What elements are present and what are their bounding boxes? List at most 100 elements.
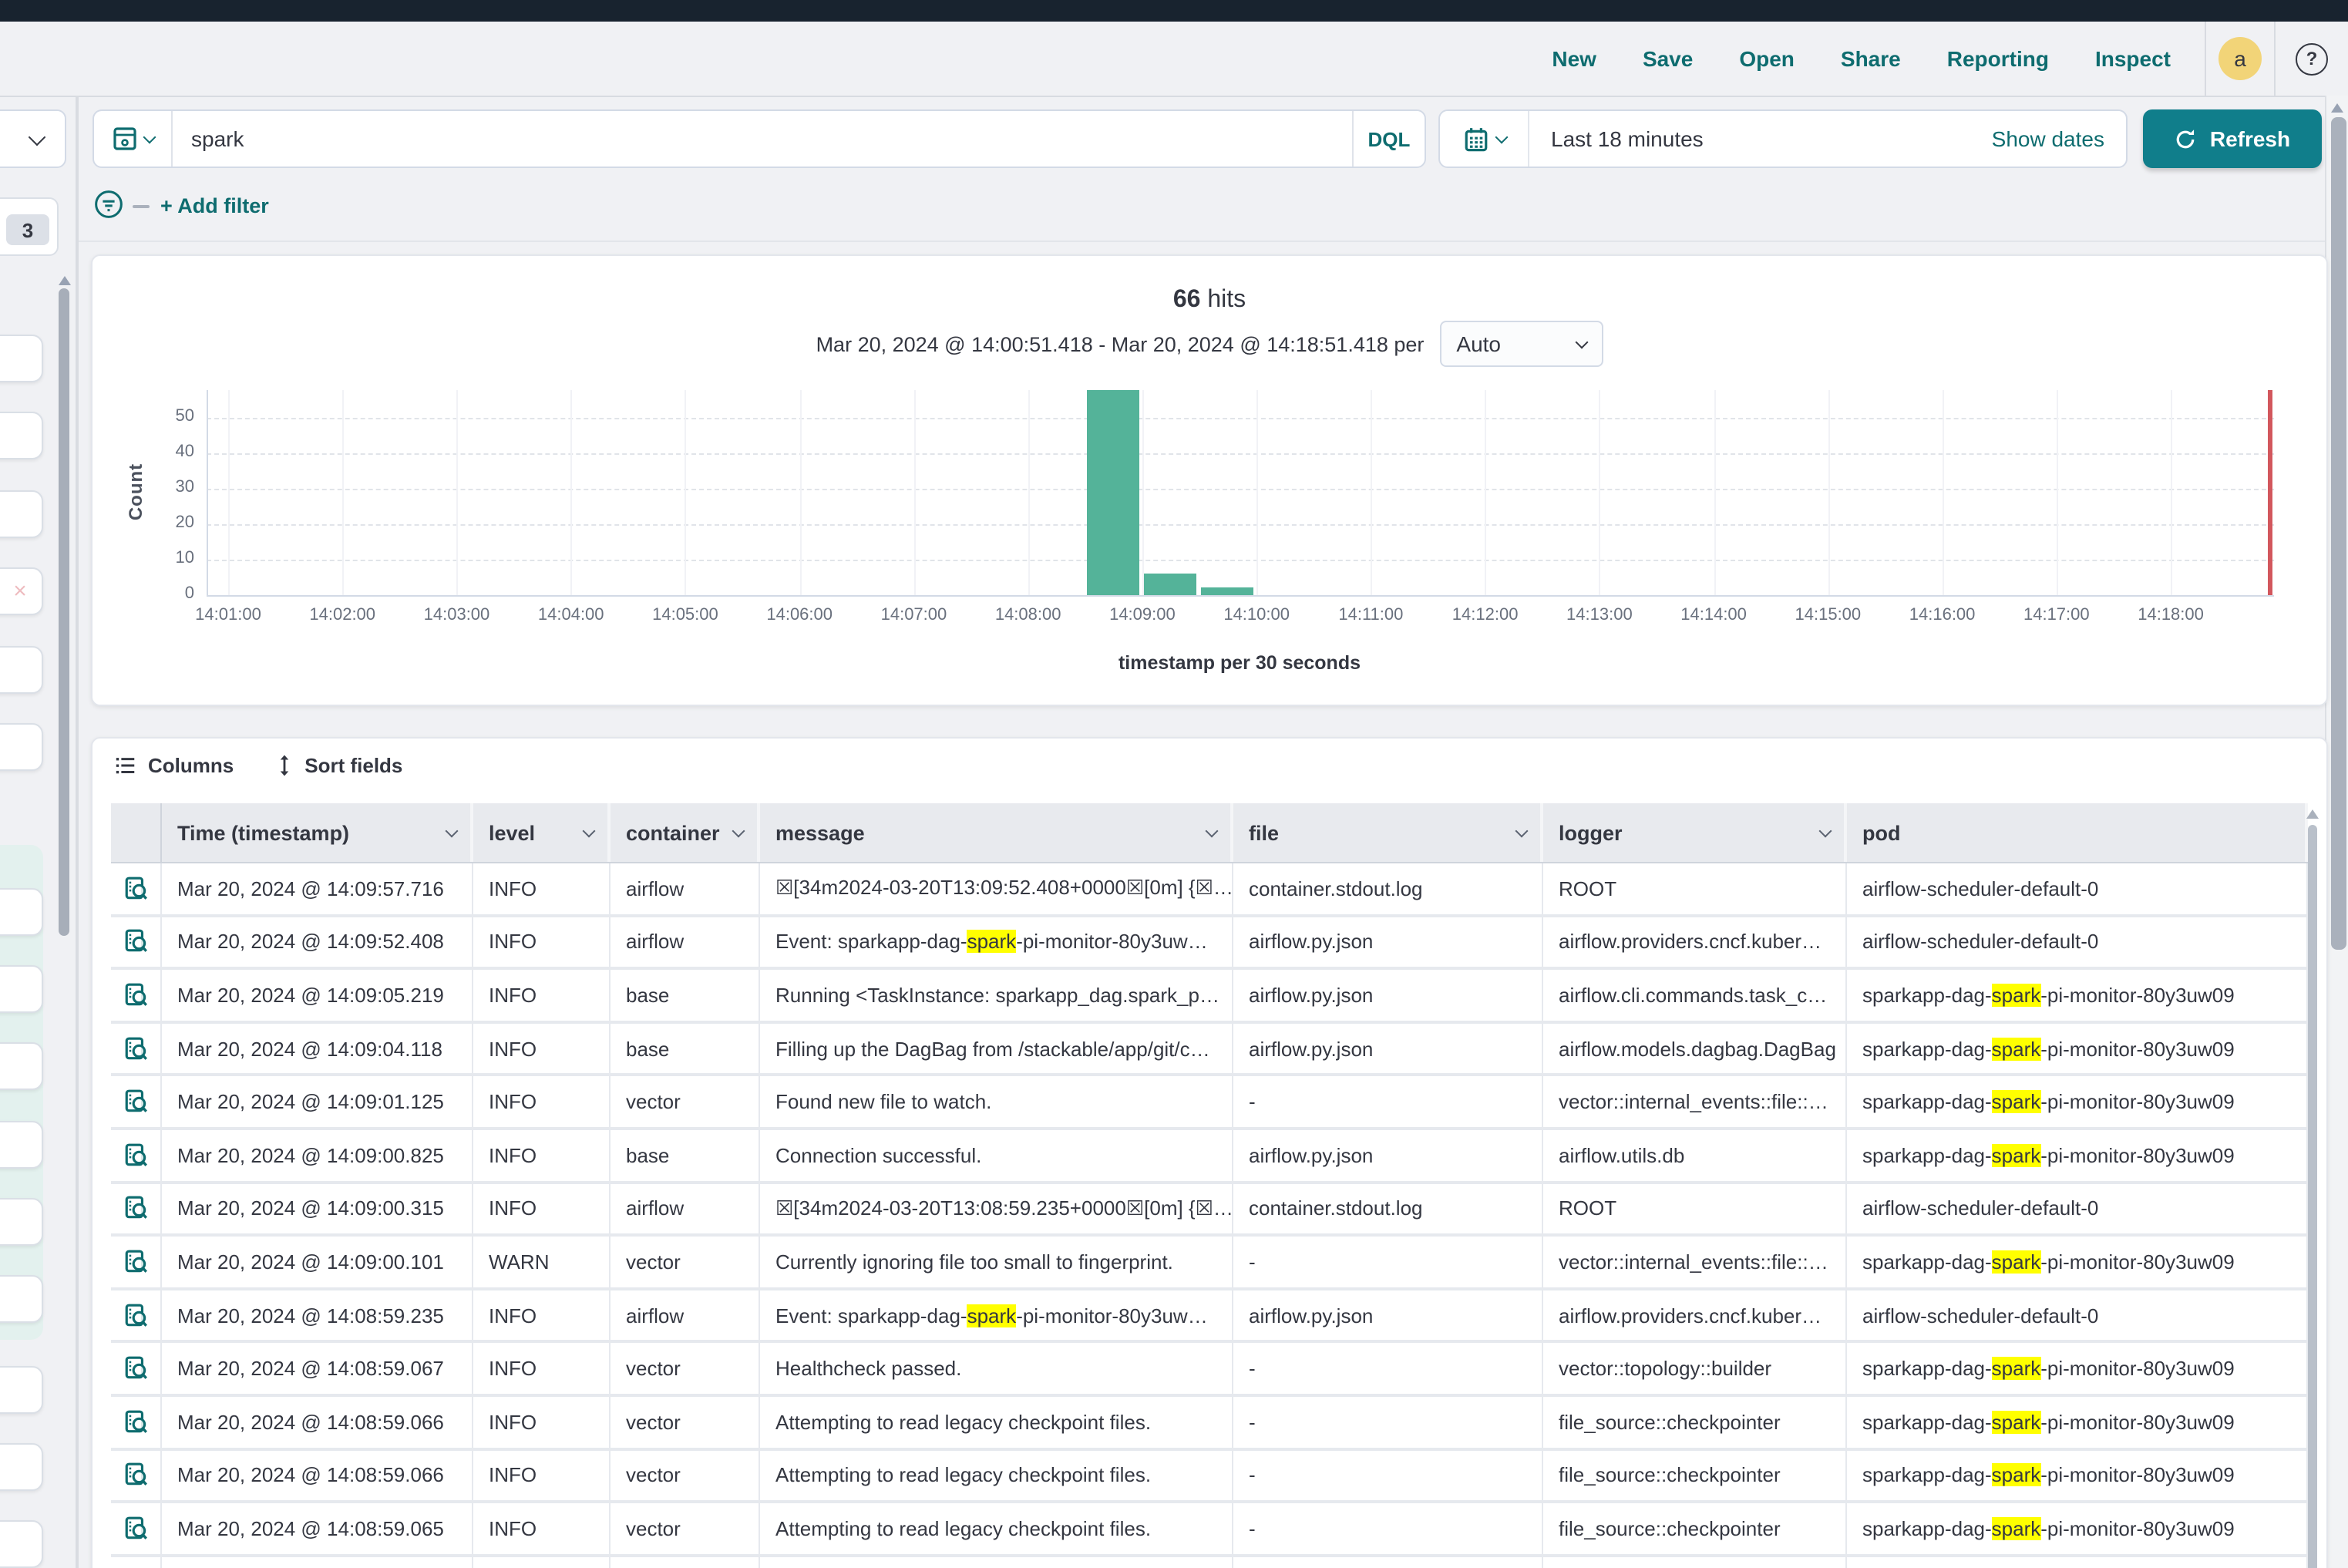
expand-document-button[interactable] — [123, 876, 149, 902]
date-picker[interactable]: Last 18 minutes Show dates — [1438, 109, 2128, 168]
filter-settings-button[interactable] — [94, 190, 123, 227]
help-icon[interactable]: ? — [2296, 42, 2328, 75]
collapsed-field-box[interactable] — [0, 1042, 43, 1090]
chevron-down-icon — [1515, 824, 1529, 837]
topnav-reporting[interactable]: Reporting — [1947, 46, 2049, 71]
collapsed-field-box[interactable] — [0, 1198, 43, 1246]
sidebar-scrollbar[interactable] — [59, 288, 69, 936]
inspect-document-icon — [123, 1196, 149, 1222]
remove-field-icon[interactable]: × — [13, 578, 27, 604]
x-gridline — [1028, 390, 1030, 595]
expand-document-button[interactable] — [123, 1035, 149, 1062]
file-cell: - — [1233, 1556, 1543, 1568]
refresh-button[interactable]: Refresh — [2143, 109, 2322, 168]
logger-cell: airflow.utils.db — [1543, 1130, 1847, 1180]
collapsed-field-box[interactable] — [0, 1366, 43, 1414]
expand-document-button[interactable] — [123, 1089, 149, 1115]
expand-document-button[interactable] — [123, 1462, 149, 1489]
x-tick-label: 14:09:00 — [1109, 606, 1176, 624]
column-header-message[interactable]: message — [760, 803, 1233, 862]
interval-select[interactable]: Auto — [1439, 321, 1603, 367]
expand-document-button[interactable] — [123, 1408, 149, 1435]
pod-cell: sparkapp-dag-spark-pi-monitor-80y3uw09 — [1847, 970, 2308, 1020]
column-header-level[interactable]: level — [473, 803, 611, 862]
collapsed-field-box[interactable] — [0, 412, 43, 459]
logger-cell: vector::internal_events::file::… — [1543, 1237, 1847, 1287]
sidebar-scroll-up-icon[interactable] — [59, 276, 71, 285]
collapsed-field-box[interactable] — [0, 646, 43, 694]
x-axis-label: timestamp per 30 seconds — [1118, 652, 1361, 674]
x-tick-label: 14:05:00 — [652, 606, 718, 624]
column-header-logger[interactable]: logger — [1543, 803, 1847, 862]
query-language-button[interactable]: DQL — [1352, 111, 1425, 167]
expand-document-button[interactable] — [123, 1516, 149, 1542]
histogram-panel: 66 hits Mar 20, 2024 @ 14:00:51.418 - Ma… — [91, 254, 2328, 706]
chevron-down-icon — [28, 128, 45, 146]
expand-document-button[interactable] — [123, 982, 149, 1008]
calendar-button[interactable] — [1440, 111, 1529, 167]
logger-cell: airflow.cli.commands.task_c… — [1543, 970, 1847, 1020]
x-tick-label: 14:11:00 — [1338, 606, 1403, 624]
window-scrollbar[interactable] — [2330, 117, 2346, 950]
y-tick-label: 50 — [148, 408, 194, 426]
collapsed-field-box[interactable]: × — [0, 567, 43, 615]
column-header-time-timestamp[interactable]: Time (timestamp) — [162, 803, 473, 862]
sidebar-collapse-button[interactable] — [0, 109, 66, 168]
expand-document-button[interactable] — [123, 1142, 149, 1169]
topnav-share[interactable]: Share — [1841, 46, 1901, 71]
table-scrollbar[interactable] — [2308, 825, 2317, 1568]
expand-document-button[interactable] — [123, 1355, 149, 1381]
collapsed-field-box[interactable] — [0, 965, 43, 1013]
inspect-document-icon — [123, 1516, 149, 1542]
column-header-label: Time (timestamp) — [177, 821, 349, 844]
table-scroll-up-icon[interactable] — [2306, 809, 2319, 819]
x-tick-label: 14:02:00 — [309, 606, 375, 624]
collapsed-field-box[interactable] — [0, 490, 43, 538]
table-row: Mar 20, 2024 @ 14:09:01.125INFOvectorFou… — [111, 1077, 2308, 1130]
logger-cell: airflow.providers.cncf.kuber… — [1543, 1290, 1847, 1341]
topnav-new[interactable]: New — [1552, 46, 1596, 71]
expand-document-button[interactable] — [123, 1302, 149, 1328]
expand-document-button[interactable] — [123, 1196, 149, 1222]
sort-fields-button[interactable]: Sort fields — [274, 754, 402, 777]
add-filter-button[interactable]: + Add filter — [160, 194, 269, 217]
collapsed-field-box[interactable] — [0, 335, 43, 382]
table-row: Mar 20, 2024 @ 14:09:00.825INFObaseConne… — [111, 1130, 2308, 1183]
container-cell: vector — [611, 1450, 760, 1500]
collapsed-field-box[interactable] — [0, 1520, 43, 1568]
search-input[interactable] — [173, 111, 1352, 167]
scroll-up-icon[interactable] — [2331, 103, 2343, 113]
column-header-label: pod — [1862, 821, 1901, 844]
container-cell: vector — [611, 1503, 760, 1553]
topnav-save[interactable]: Save — [1643, 46, 1693, 71]
level-cell: INFO — [473, 1077, 611, 1127]
logger-cell: airflow.providers.cncf.kuber… — [1543, 917, 1847, 967]
collapsed-field-box[interactable] — [0, 1275, 43, 1323]
inspect-document-icon — [123, 1355, 149, 1381]
expand-document-button[interactable] — [123, 929, 149, 955]
time-cell: Mar 20, 2024 @ 14:08:59.066 — [162, 1450, 473, 1500]
saved-queries-button[interactable] — [94, 111, 173, 167]
avatar[interactable]: a — [2218, 37, 2262, 80]
topnav-open[interactable]: Open — [1739, 46, 1795, 71]
collapsed-field-box[interactable] — [0, 723, 43, 771]
column-header-pod[interactable]: pod — [1847, 803, 2308, 862]
container-cell: vector — [611, 1344, 760, 1394]
topnav-inspect[interactable]: Inspect — [2095, 46, 2171, 71]
message-cell: Attempting to read legacy checkpoint fil… — [760, 1503, 1233, 1553]
x-gridline — [685, 390, 687, 595]
x-gridline — [2057, 390, 2058, 595]
collapsed-field-box[interactable] — [0, 888, 43, 936]
collapsed-field-box[interactable] — [0, 1121, 43, 1169]
columns-button[interactable]: Columns — [114, 754, 234, 777]
histogram-bar — [1087, 390, 1139, 595]
show-dates-button[interactable]: Show dates — [1992, 111, 2104, 167]
chevron-down-icon — [1206, 824, 1219, 837]
pod-cell: sparkapp-dag-spark-pi-monitor-80y3uw09 — [1847, 1556, 2308, 1568]
expand-document-button[interactable] — [123, 1249, 149, 1275]
sort-arrows-icon — [274, 754, 294, 777]
column-header-file[interactable]: file — [1233, 803, 1543, 862]
column-header-container[interactable]: container — [611, 803, 760, 862]
collapsed-field-box[interactable] — [0, 1443, 43, 1491]
x-tick-label: 14:14:00 — [1680, 606, 1747, 624]
